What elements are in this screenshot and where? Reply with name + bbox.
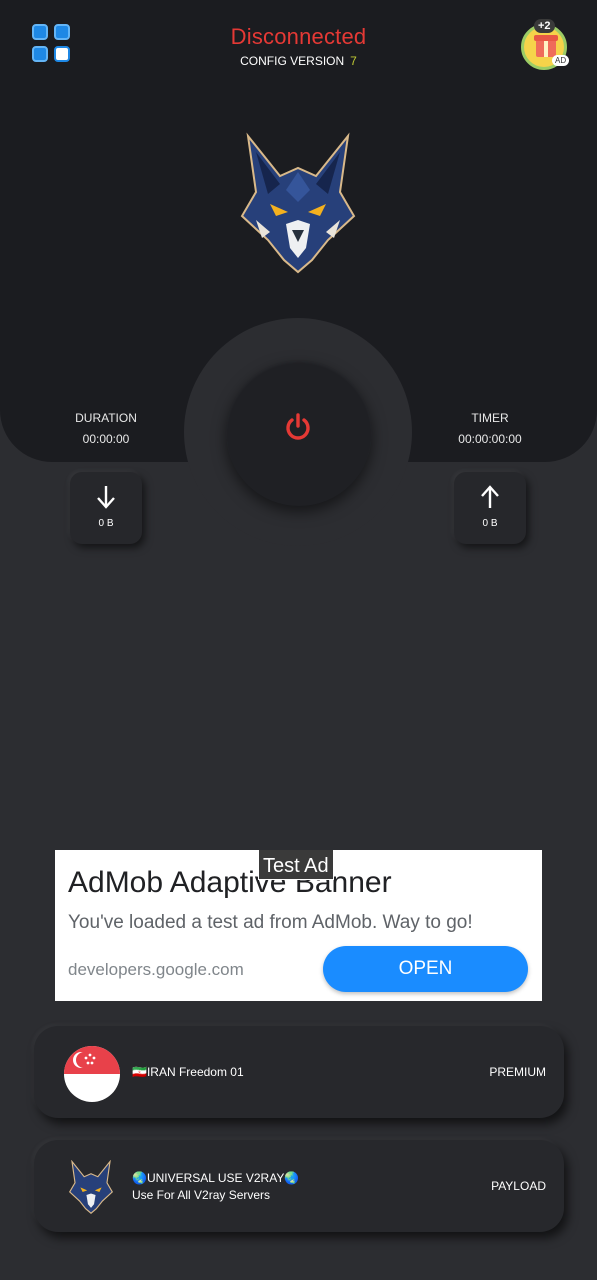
connection-status: Disconnected xyxy=(230,24,367,49)
power-icon xyxy=(286,413,310,440)
wolf-icon xyxy=(68,1160,114,1214)
duration-value: 00:00:00 xyxy=(82,432,130,446)
timer-label: TIMER xyxy=(471,411,509,425)
config-version: CONFIG VERSION 7 xyxy=(0,54,597,68)
server-type: PAYLOAD xyxy=(491,1179,546,1193)
server-card[interactable]: 🇮🇷IRAN Freedom 01 PREMIUM xyxy=(34,1026,564,1118)
upload-stat: 0 B xyxy=(454,472,526,544)
ad-domain: developers.google.com xyxy=(68,960,244,979)
ad-badge: AD xyxy=(552,55,570,66)
test-ad-label: Test Ad xyxy=(258,850,334,880)
config-version-label: CONFIG VERSION xyxy=(240,54,345,68)
reward-ad-button[interactable]: +2 AD xyxy=(521,19,570,70)
server-name: 🌏UNIVERSAL USE V2RAY🌏 xyxy=(132,1171,300,1185)
timer-value: 00:00:00:00 xyxy=(458,432,522,446)
config-version-value: 7 xyxy=(350,54,357,68)
server-card[interactable]: 🌏UNIVERSAL USE V2RAY🌏 Use For All V2ray … xyxy=(34,1140,564,1232)
gift-icon xyxy=(534,35,558,57)
server-name: 🇮🇷IRAN Freedom 01 xyxy=(132,1065,244,1079)
upload-value: 0 B xyxy=(482,518,498,529)
ad-open-button[interactable]: OPEN xyxy=(323,946,528,992)
singapore-flag-icon xyxy=(64,1046,120,1102)
reward-badge: +2 xyxy=(534,19,555,33)
arrow-up-icon xyxy=(481,485,499,508)
download-stat: 0 B xyxy=(70,472,142,544)
server-type: PREMIUM xyxy=(489,1065,546,1079)
duration-label: DURATION xyxy=(75,411,137,425)
ad-title: AdMob Adaptive Banner xyxy=(68,866,392,899)
wolf-logo xyxy=(240,132,356,274)
ad-subtitle: You've loaded a test ad from AdMob. Way … xyxy=(68,912,473,933)
download-value: 0 B xyxy=(98,518,114,529)
arrow-down-icon xyxy=(97,486,115,509)
ad-banner[interactable]: AdMob Adaptive Banner Test Ad You've loa… xyxy=(55,850,542,1001)
server-subtitle: Use For All V2ray Servers xyxy=(132,1188,271,1202)
